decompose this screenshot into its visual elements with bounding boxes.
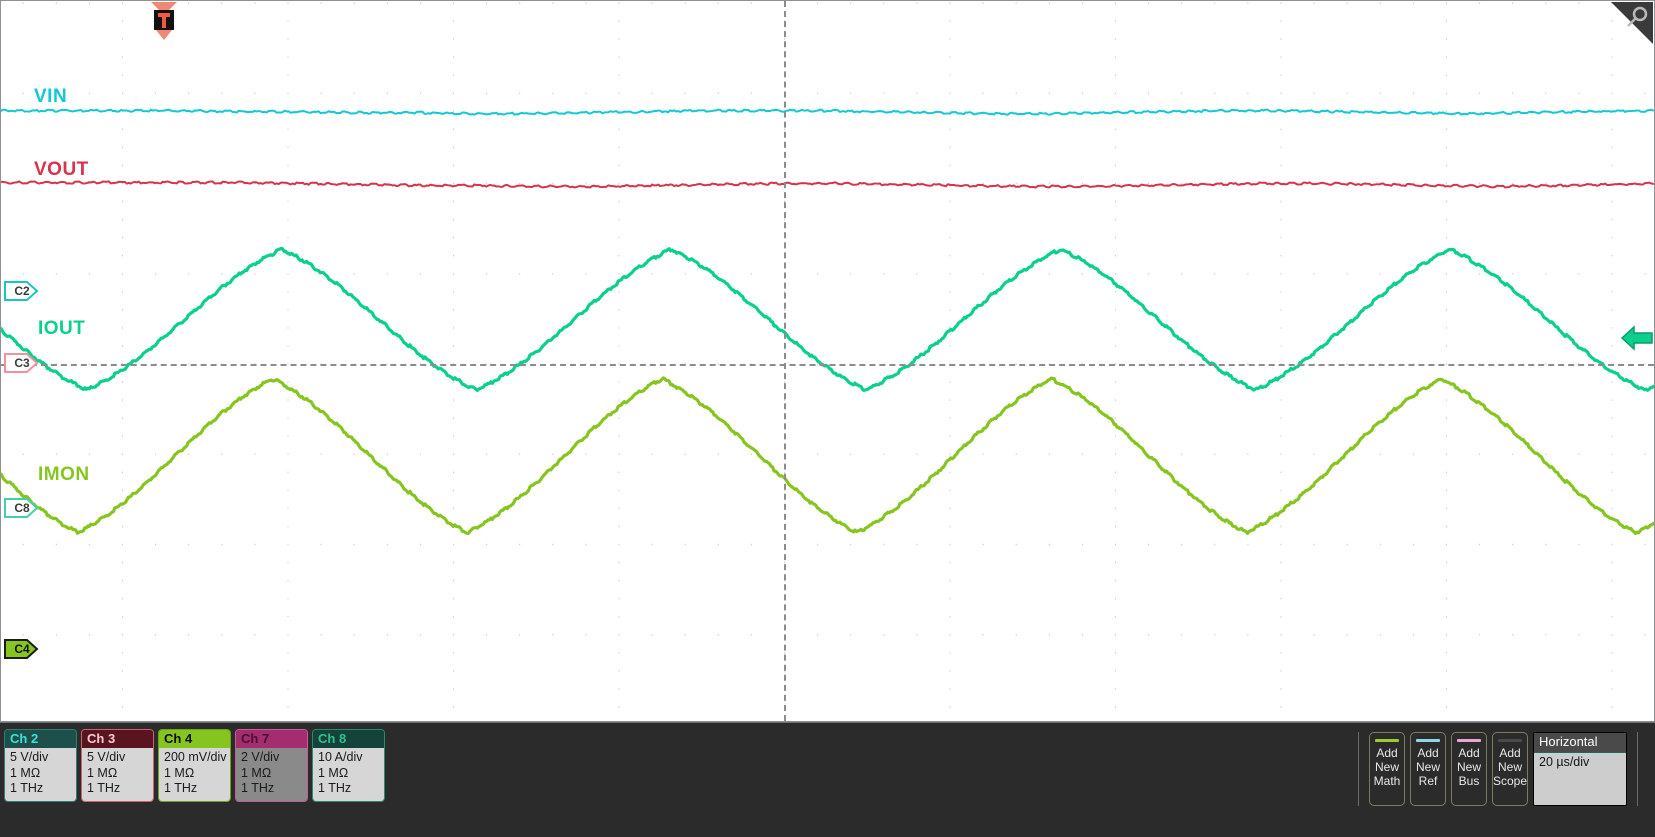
channel-badge-ch-3[interactable]: Ch 35 V/div 1 MΩ 1 THz (81, 729, 154, 802)
channel-marker-c4-label: C4 (14, 642, 30, 656)
add-button-group: Add New Math Add New Ref Add New Bus Add New Scope (1369, 732, 1528, 806)
add-new-ref-label-3: Ref (1418, 774, 1438, 788)
channel-setting-line-1: 5 V/div (87, 750, 126, 764)
vertical-cursor-line[interactable] (784, 1, 786, 721)
horizontal-value: 20 µs/div (1539, 755, 1590, 769)
channel-setting-line-2: 1 MΩ (241, 765, 272, 780)
channel-badge-title: Ch 3 (82, 730, 153, 748)
channel-marker-c3-label: C3 (14, 356, 30, 370)
trigger-position-marker[interactable] (150, 1, 178, 41)
add-new-scope-label-1: Add (1499, 746, 1521, 760)
channel-marker-c8-label: C8 (14, 501, 30, 515)
waveform-plot-area[interactable]: VIN VOUT IOUT IMON C2 C3 C8 C4 (0, 0, 1655, 722)
channel-badge-title: Ch 2 (5, 730, 76, 748)
add-new-math-button[interactable]: Add New Math (1369, 732, 1405, 806)
channel-badge-settings: 5 V/div 1 MΩ 1 THz (82, 748, 153, 801)
channel-badge-title: Ch 7 (236, 730, 307, 748)
add-new-bus-label-3: Bus (1458, 774, 1480, 788)
channel-setting-line-2: 1 MΩ (87, 765, 118, 780)
color-swatch-icon (1498, 739, 1522, 742)
channel-badge-settings: 10 A/div 1 MΩ 1 THz (313, 748, 384, 801)
channel-badge-title: Ch 4 (159, 730, 230, 748)
add-new-ref-label-1: Add (1417, 746, 1439, 760)
channel-setting-line-1: 10 A/div (318, 750, 363, 764)
channel-badge-ch-8[interactable]: Ch 8 10 A/div 1 MΩ 1 THz (312, 729, 385, 802)
add-new-math-label-2: New (1374, 760, 1399, 774)
waveform-traces (1, 108, 1654, 536)
channel-badge-ch-2[interactable]: Ch 25 V/div 1 MΩ 1 THz (4, 729, 77, 802)
right-control-group: Add New Math Add New Ref Add New Bus Add New Scope … (1353, 732, 1643, 806)
channel-setting-line-3: 1 THz (164, 781, 198, 795)
channel-setting-line-1: 200 mV/div (164, 750, 227, 764)
horizontal-title: Horizontal (1534, 733, 1626, 753)
color-swatch-icon (1416, 739, 1440, 742)
channel-marker-c8[interactable]: C8 (3, 495, 41, 521)
channel-marker-c2[interactable]: C2 (3, 278, 41, 304)
trace-label-vout: VOUT (34, 159, 89, 180)
channel-setting-line-1: 2 V/div (241, 750, 280, 764)
channel-badge-settings: 5 V/div 1 MΩ 1 THz (5, 748, 76, 801)
bottom-control-bar: Ch 25 V/div 1 MΩ 1 THz Ch 35 V/div 1 MΩ 1 THz… (0, 722, 1655, 837)
channel-badge-ch-4[interactable]: Ch 4 200 mV/div 1 MΩ 1 THz (158, 729, 231, 802)
divider-right (1637, 732, 1638, 806)
channel-badge-list: Ch 25 V/div 1 MΩ 1 THz Ch 35 V/div 1 MΩ 1 THz… (4, 729, 385, 802)
add-new-scope-label-3: Scope (1493, 774, 1528, 788)
channel-setting-line-2: 1 MΩ (164, 765, 195, 780)
horizontal-cursor-line[interactable] (1, 364, 1654, 366)
add-new-scope-label-2: New (1497, 760, 1522, 774)
channel-marker-c4[interactable]: C4 (3, 636, 41, 662)
channel-setting-line-3: 1 THz (241, 781, 275, 795)
add-new-ref-label-2: New (1415, 760, 1440, 774)
add-new-scope-button[interactable]: Add New Scope (1492, 732, 1528, 806)
add-new-bus-label-2: New (1456, 760, 1481, 774)
trace-label-vin: VIN (34, 86, 68, 107)
color-swatch-icon (1375, 739, 1399, 742)
iout-level-arrow-icon[interactable] (1620, 324, 1654, 352)
add-new-bus-label-1: Add (1458, 746, 1480, 760)
channel-marker-c2-label: C2 (14, 284, 30, 298)
channel-setting-line-1: 5 V/div (10, 750, 49, 764)
add-new-ref-button[interactable]: Add New Ref (1410, 732, 1446, 806)
channel-setting-line-2: 1 MΩ (318, 765, 349, 780)
trace-label-imon: IMON (38, 464, 90, 485)
trace-label-iout: IOUT (38, 318, 86, 339)
add-new-math-label-1: Add (1376, 746, 1398, 760)
divider-left (1358, 732, 1359, 806)
channel-badge-settings: 200 mV/div 1 MΩ 1 THz (159, 748, 230, 801)
color-swatch-icon (1457, 739, 1481, 742)
channel-setting-line-3: 1 THz (318, 781, 352, 795)
oscilloscope-screen: VIN VOUT IOUT IMON C2 C3 C8 C4 Ch 2 5 V/… (0, 0, 1655, 837)
channel-badge-ch-7[interactable]: Ch 72 V/div 1 MΩ 1 THz (235, 729, 308, 802)
horizontal-settings-panel[interactable]: Horizontal 20 µs/div (1533, 732, 1627, 806)
zoom-corner-button[interactable] (1611, 2, 1653, 44)
channel-badge-title: Ch 8 (313, 730, 384, 748)
channel-setting-line-3: 1 THz (10, 781, 44, 795)
channel-setting-line-2: 1 MΩ (10, 765, 41, 780)
channel-badge-settings: 2 V/div 1 MΩ 1 THz (236, 748, 307, 801)
channel-marker-c3[interactable]: C3 (3, 350, 41, 376)
add-new-math-label-3: Math (1373, 774, 1401, 788)
channel-setting-line-3: 1 THz (87, 781, 121, 795)
add-new-bus-button[interactable]: Add New Bus (1451, 732, 1487, 806)
